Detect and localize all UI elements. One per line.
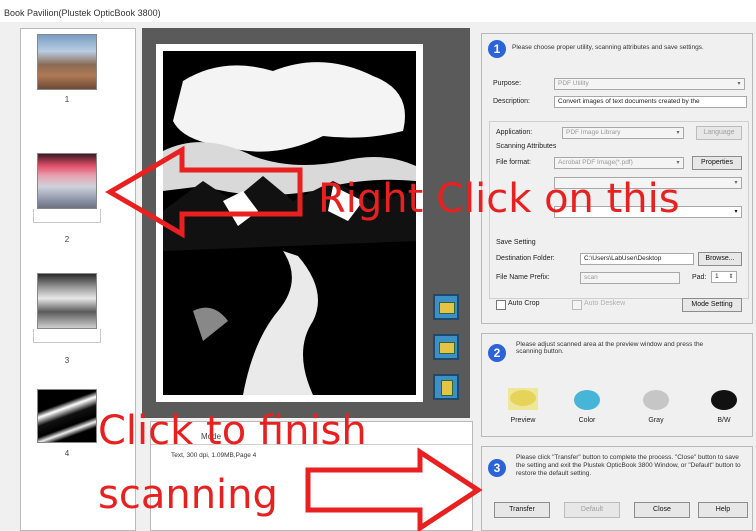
left-arrow-icon — [105, 145, 303, 239]
finish-annotation-line2: scanning — [98, 472, 278, 518]
right-arrow-icon — [305, 447, 483, 531]
finish-annotation-line1: Click to finish — [98, 408, 367, 454]
right-click-annotation: Right Click on this — [318, 176, 680, 222]
